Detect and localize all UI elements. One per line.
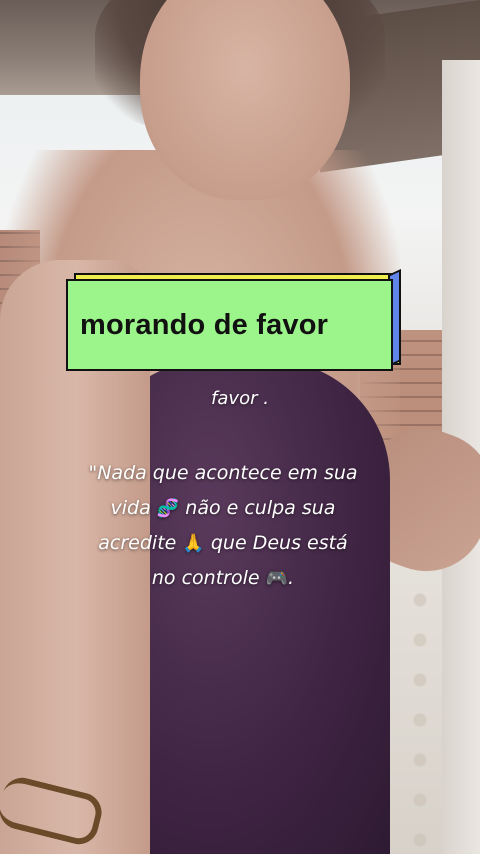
quote-line-2-end: não e culpa sua <box>185 497 336 519</box>
quote-line-3-end: que Deus está <box>210 532 348 554</box>
quote-line-3: acredite 🙏 que Deus está <box>78 526 368 561</box>
quote-line-4: no controle 🎮. <box>78 561 368 596</box>
quote-line-4-start: no controle <box>151 567 260 589</box>
quote-line-2: vida 🧬 não e culpa sua <box>78 491 368 526</box>
banner-face: morando de favor <box>66 279 393 371</box>
banner-title: morando de favor <box>80 308 329 341</box>
quote-line-2-start: vida <box>110 497 151 519</box>
quote-text: "Nada que acontece em sua vida 🧬 não e c… <box>78 456 368 596</box>
background-photo <box>0 0 480 854</box>
person-face <box>140 0 350 200</box>
caption-text: favor . <box>211 388 269 409</box>
quote-line-3-start: acredite <box>98 532 177 554</box>
praying-hands-icon: 🙏 <box>182 533 205 554</box>
quote-line-1: "Nada que acontece em sua <box>88 462 358 484</box>
quote-line-4-end: . <box>288 567 295 589</box>
dna-icon: 🧬 <box>156 498 180 519</box>
game-controller-icon: 🎮 <box>265 568 289 589</box>
title-banner: morando de favor <box>66 268 401 371</box>
